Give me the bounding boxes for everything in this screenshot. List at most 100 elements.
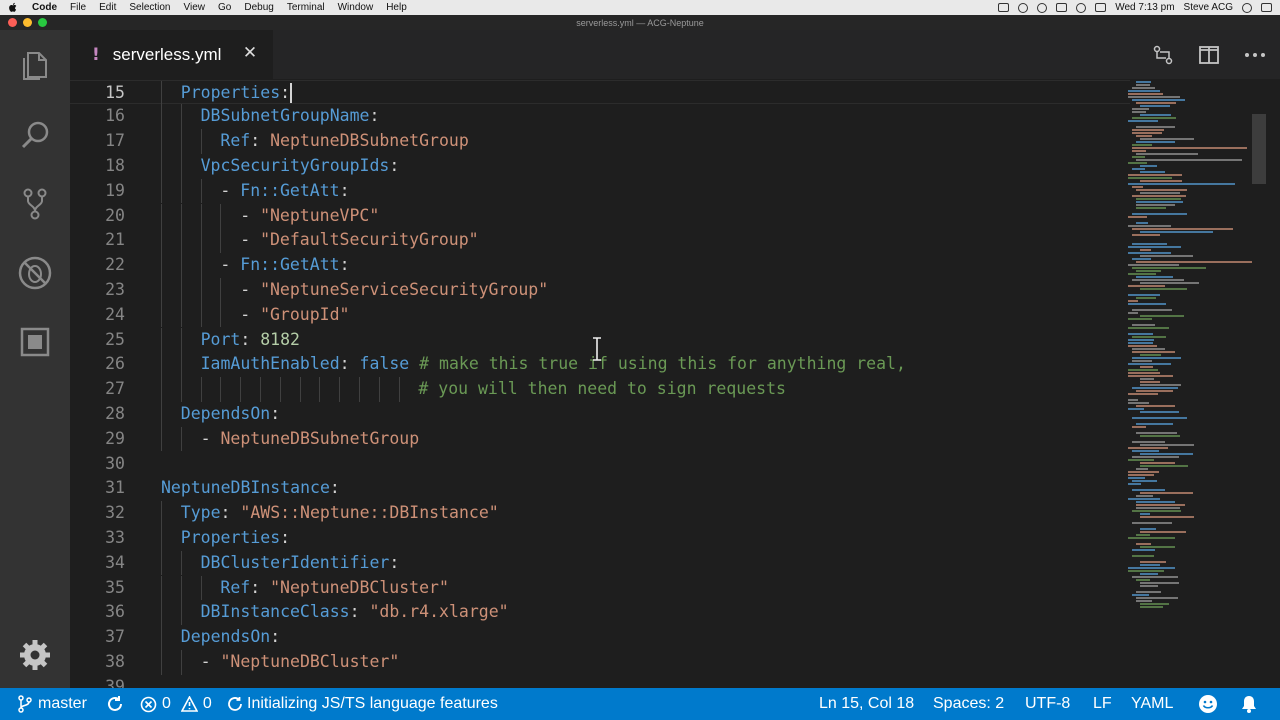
line-number[interactable]: 27 (70, 377, 125, 402)
menu-edit[interactable]: Edit (99, 2, 116, 13)
code-text[interactable]: - NeptuneDBSubnetGroup (201, 427, 420, 452)
problems-status[interactable]: 0 0 (140, 688, 212, 720)
code-text[interactable]: - "NeptuneServiceSecurityGroup" (240, 278, 548, 303)
split-editor-icon[interactable] (1196, 42, 1222, 68)
line-number[interactable]: 24 (70, 303, 125, 328)
code-line[interactable]: 19 - Fn::GetAtt: (70, 178, 1130, 204)
status-round-icon[interactable] (1018, 2, 1029, 13)
explorer-icon[interactable] (14, 44, 56, 86)
clock-status-icon[interactable] (1037, 2, 1048, 13)
line-number[interactable]: 20 (70, 204, 125, 229)
zoom-window-button[interactable] (38, 18, 47, 27)
menu-help[interactable]: Help (386, 2, 407, 13)
line-number[interactable]: 33 (70, 526, 125, 551)
branch-status[interactable]: master (18, 688, 87, 720)
menu-selection[interactable]: Selection (129, 2, 170, 13)
line-number[interactable]: 26 (70, 352, 125, 377)
menu-view[interactable]: View (184, 2, 206, 13)
code-text[interactable]: NeptuneDBInstance: (161, 476, 340, 501)
code-line[interactable]: 29 - NeptuneDBSubnetGroup (70, 426, 1130, 452)
code-line[interactable]: 22 - Fn::GetAtt: (70, 253, 1130, 278)
line-number[interactable]: 22 (70, 253, 125, 278)
smiley-feedback-icon[interactable] (1198, 688, 1218, 720)
code-text[interactable]: DBSubnetGroupName: (201, 104, 380, 129)
line-number[interactable]: 19 (70, 179, 125, 204)
notification-center-icon[interactable] (1261, 3, 1272, 12)
code-text[interactable]: - Fn::GetAtt: (220, 253, 349, 278)
source-control-icon[interactable] (14, 183, 56, 225)
menu-terminal[interactable]: Terminal (287, 2, 325, 13)
eol-status[interactable]: LF (1093, 688, 1112, 720)
code-line[interactable]: 24 - "GroupId" (70, 302, 1130, 328)
minimize-window-button[interactable] (23, 18, 32, 27)
code-line[interactable]: 15 Properties: (70, 79, 1130, 106)
apple-icon[interactable] (8, 2, 18, 13)
screen-record-icon[interactable] (998, 3, 1010, 12)
code-text[interactable]: - "NeptuneVPC" (240, 204, 379, 229)
line-number[interactable]: 18 (70, 154, 125, 179)
sync-icon[interactable] (106, 688, 124, 720)
code-line[interactable]: 32 Type: "AWS::Neptune::DBInstance" (70, 501, 1130, 526)
cursor-position[interactable]: Ln 15, Col 18 (819, 688, 914, 720)
code-text[interactable]: DependsOn: (181, 625, 280, 650)
line-number[interactable]: 37 (70, 625, 125, 650)
menu-file[interactable]: File (70, 2, 86, 13)
line-number[interactable]: 25 (70, 328, 125, 353)
line-number[interactable]: 38 (70, 650, 125, 675)
language-mode[interactable]: YAML (1131, 688, 1173, 720)
line-number[interactable]: 30 (70, 452, 125, 477)
minimap[interactable] (1128, 79, 1266, 688)
code-line[interactable]: 16 DBSubnetGroupName: (70, 104, 1130, 130)
scrollbar-thumb[interactable] (1252, 114, 1266, 184)
time-machine-icon[interactable] (1076, 2, 1087, 13)
code-line[interactable]: 21 - "DefaultSecurityGroup" (70, 228, 1130, 254)
line-number[interactable]: 31 (70, 476, 125, 501)
code-line[interactable]: 33 Properties: (70, 525, 1130, 551)
code-line[interactable]: 34 DBClusterIdentifier: (70, 550, 1130, 576)
code-text[interactable]: - "GroupId" (240, 303, 349, 328)
line-number[interactable]: 21 (70, 228, 125, 253)
code-text[interactable]: Ref: NeptuneDBSubnetGroup (220, 129, 468, 154)
code-line[interactable]: 23 - "NeptuneServiceSecurityGroup" (70, 277, 1130, 303)
more-actions-icon[interactable] (1242, 42, 1268, 68)
code-line[interactable]: 27 # you will then need to sign requests (70, 377, 1130, 402)
line-number[interactable]: 32 (70, 501, 125, 526)
line-number[interactable]: 17 (70, 129, 125, 154)
line-number[interactable]: 35 (70, 576, 125, 601)
menu-go[interactable]: Go (218, 2, 231, 13)
bell-icon[interactable] (1240, 688, 1258, 720)
close-window-button[interactable] (8, 18, 17, 27)
code-line[interactable]: 36 DBInstanceClass: "db.r4.xlarge" (70, 600, 1130, 626)
code-text[interactable]: Properties: (181, 81, 290, 106)
code-line[interactable]: 31 NeptuneDBInstance: (70, 476, 1130, 501)
code-editor[interactable]: 15 Properties: 16 DBSubnetGroupName: 17 Ref: … (70, 79, 1280, 688)
spotlight-icon[interactable] (1242, 2, 1252, 13)
code-line[interactable]: 30 (70, 452, 1130, 477)
code-text[interactable]: DependsOn: (181, 402, 280, 427)
encoding-status[interactable]: UTF-8 (1025, 688, 1070, 720)
battery-icon[interactable] (1095, 3, 1107, 12)
code-line[interactable]: 18 VpcSecurityGroupIds: (70, 153, 1130, 179)
code-text[interactable]: Properties: (181, 526, 290, 551)
code-text[interactable]: - "NeptuneDBCluster" (201, 650, 400, 675)
code-text[interactable]: Port: 8182 (201, 328, 300, 353)
tab-serverless-yml[interactable]: ! serverless.yml ✕ (70, 30, 273, 79)
settings-gear-icon[interactable] (14, 634, 56, 676)
indentation-status[interactable]: Spaces: 2 (933, 688, 1004, 720)
menu-debug[interactable]: Debug (244, 2, 273, 13)
code-line[interactable]: 20 - "NeptuneVPC" (70, 203, 1130, 229)
code-line[interactable]: 39 (70, 675, 1130, 688)
line-number[interactable]: 29 (70, 427, 125, 452)
code-line[interactable]: 38 - "NeptuneDBCluster" (70, 649, 1130, 675)
debug-icon[interactable] (14, 252, 56, 294)
menu-app-name[interactable]: Code (32, 2, 57, 13)
code-line[interactable]: 17 Ref: NeptuneDBSubnetGroup (70, 129, 1130, 154)
line-number[interactable]: 39 (70, 675, 125, 688)
wifi-icon[interactable] (1056, 3, 1068, 12)
code-text[interactable]: IamAuthEnabled: false # make this true i… (201, 352, 906, 377)
code-text[interactable]: VpcSecurityGroupIds: (201, 154, 400, 179)
code-text[interactable]: Type: "AWS::Neptune::DBInstance" (181, 501, 499, 526)
search-icon[interactable] (14, 114, 56, 156)
code-text[interactable]: - "DefaultSecurityGroup" (240, 228, 478, 253)
code-line[interactable]: 28 DependsOn: (70, 401, 1130, 427)
